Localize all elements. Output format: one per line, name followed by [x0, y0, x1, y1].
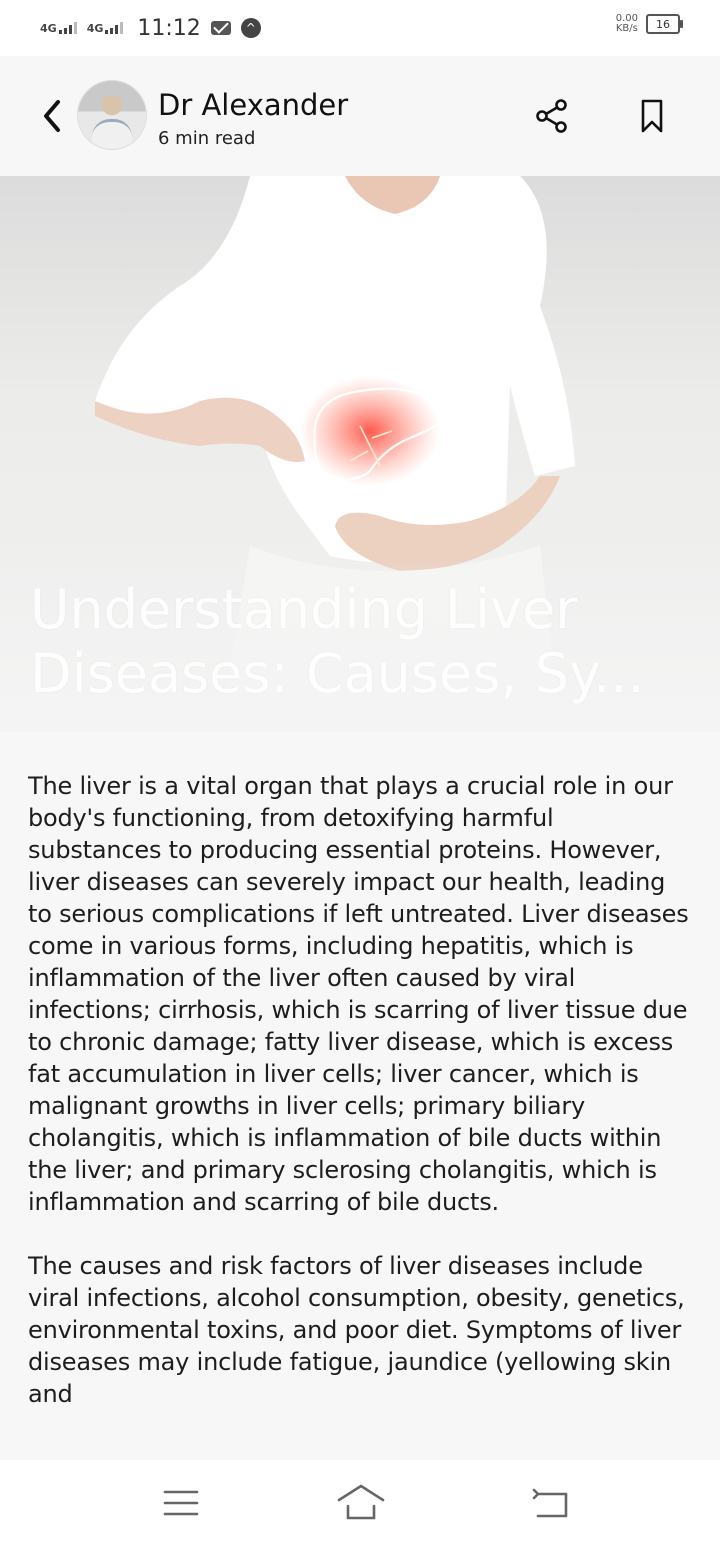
author-avatar[interactable] — [78, 81, 146, 149]
menu-button[interactable] — [162, 1488, 200, 1518]
share-button[interactable] — [534, 98, 570, 134]
network-type-label: 4G — [40, 22, 57, 35]
article-paragraph: The liver is a vital organ that plays a … — [28, 772, 689, 1216]
signal-indicator-1: 4G — [40, 22, 77, 34]
read-time: 6 min read — [158, 128, 256, 149]
battery-level: 16 — [656, 17, 670, 31]
return-icon — [532, 1488, 568, 1518]
article-paragraph: The causes and risk factors of liver dis… — [28, 1252, 685, 1408]
status-bar: 4G 4G 11:12 ^ 0.00 KB/s 16 — [0, 0, 720, 56]
network-type-label: 4G — [86, 22, 104, 35]
signal-bars-icon — [105, 22, 124, 34]
hero-image: Understanding Liver Diseases: Causes, Sy… — [0, 176, 720, 732]
bookmark-button[interactable] — [636, 98, 668, 134]
mail-icon — [210, 21, 231, 35]
network-speed: 0.00 KB/s — [616, 14, 638, 34]
system-nav-bar — [0, 1460, 720, 1544]
status-time: 11:12 — [137, 15, 201, 41]
battery-icon: 16 — [646, 14, 683, 34]
menu-icon — [163, 1490, 199, 1516]
nav-back-button[interactable] — [530, 1486, 570, 1520]
article-body: The liver is a vital organ that plays a … — [28, 770, 692, 1458]
author-name[interactable]: Dr Alexander — [158, 88, 348, 122]
signal-indicator-2: 4G — [87, 22, 124, 34]
share-icon — [536, 99, 567, 133]
home-button[interactable] — [336, 1482, 386, 1522]
article-header: Dr Alexander 6 min read — [0, 56, 720, 176]
home-icon — [337, 1484, 385, 1520]
app-notification-icon: ^ — [240, 18, 261, 38]
signal-bars-icon — [58, 22, 77, 34]
speed-unit: KB/s — [615, 23, 638, 34]
article-title: Understanding Liver Diseases: Causes, Sy… — [30, 578, 645, 705]
back-button[interactable] — [36, 96, 68, 136]
bookmark-icon — [641, 99, 663, 133]
